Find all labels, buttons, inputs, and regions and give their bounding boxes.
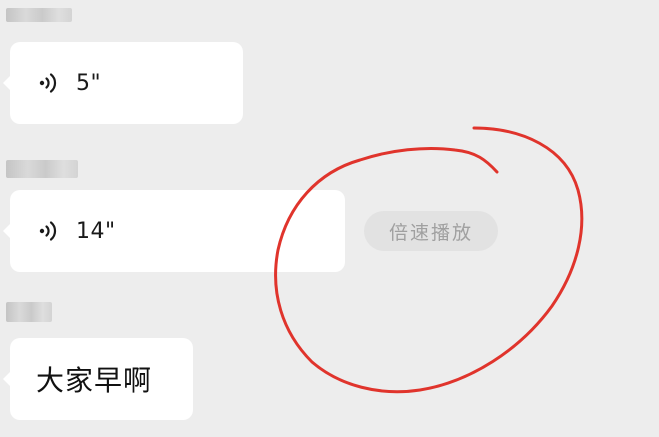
sender-name-blurred — [6, 8, 72, 22]
speed-playback-button[interactable]: 倍速播放 — [364, 211, 498, 251]
sender-name-blurred — [6, 302, 52, 322]
voice-wave-icon — [39, 221, 57, 241]
message-text: 大家早啊 — [36, 364, 153, 397]
voice-wave-icon — [39, 73, 57, 93]
voice-duration: 14" — [76, 218, 116, 244]
chat-area: 5" 14" 倍速播放 大家早啊 — [0, 0, 659, 437]
sender-name-blurred — [6, 160, 78, 178]
voice-duration: 5" — [76, 70, 102, 96]
text-message-bubble[interactable]: 大家早啊 — [3, 338, 193, 420]
voice-message-bubble[interactable]: 14" — [3, 190, 345, 272]
voice-message-bubble[interactable]: 5" — [3, 42, 243, 124]
